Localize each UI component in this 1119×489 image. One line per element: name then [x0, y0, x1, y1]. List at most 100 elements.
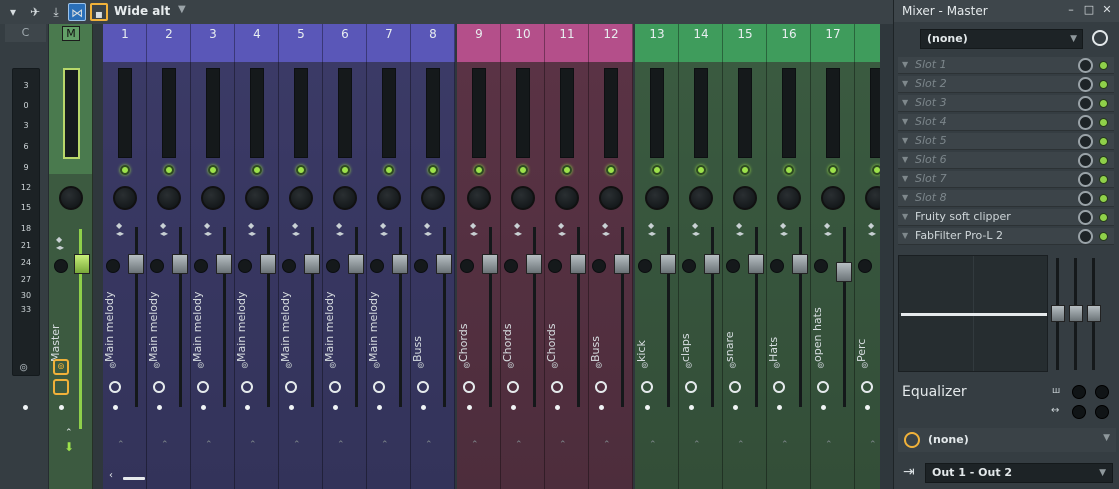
clock-icon[interactable] — [595, 381, 607, 393]
channel-number[interactable]: 5 — [279, 24, 323, 62]
channel-enable-led[interactable] — [740, 165, 750, 175]
route-dot[interactable] — [511, 405, 516, 410]
stereo-knob[interactable] — [194, 259, 208, 273]
swap-icon[interactable]: ◆ ◂▸ — [514, 222, 522, 238]
pan-knob[interactable] — [821, 186, 845, 210]
chevron-up-icon[interactable]: ⌃ — [65, 428, 73, 438]
mic-icon[interactable]: ⊚ — [729, 361, 737, 371]
chevron-down-icon[interactable]: ▼ — [902, 60, 908, 69]
slot-enable-led[interactable] — [1099, 137, 1108, 146]
channel-number[interactable]: 17 — [811, 24, 855, 62]
channel-name[interactable]: Hats — [767, 292, 787, 362]
slot-enable-led[interactable] — [1099, 194, 1108, 203]
send-arrow-icon[interactable]: ⌃ — [117, 440, 125, 450]
mix-knob[interactable] — [1078, 172, 1093, 187]
channel-strip[interactable]: 1 ◆ ◂▸ Main melody ⊚ ⌃ — [103, 24, 147, 489]
chevron-down-icon[interactable]: ▼ — [902, 117, 908, 126]
channel-number[interactable]: 15 — [723, 24, 767, 62]
effect-slot-name[interactable]: Slot 2 — [915, 77, 947, 90]
effect-slot[interactable]: ▼ Slot 3 — [898, 95, 1114, 112]
volume-fader[interactable] — [792, 254, 808, 274]
channel-number[interactable]: 6 — [323, 24, 367, 62]
channel-strip[interactable]: 9 ◆ ◂▸ Chords ⊚ ⌃ — [457, 24, 501, 489]
clock-icon[interactable] — [417, 381, 429, 393]
master-volume-fader[interactable] — [74, 254, 90, 274]
channel-number[interactable] — [855, 24, 880, 62]
clock-icon[interactable] — [729, 381, 741, 393]
effect-slot[interactable]: ▼ Slot 6 — [898, 152, 1114, 169]
channel-enable-led[interactable] — [562, 165, 572, 175]
effect-slot[interactable]: ▼ Slot 7 — [898, 171, 1114, 188]
swap-icon[interactable]: ◆ ◂▸ — [380, 222, 388, 238]
channel-number[interactable]: 3 — [191, 24, 235, 62]
chevron-down-icon[interactable]: ▼ — [902, 231, 908, 240]
volume-fader[interactable] — [614, 254, 630, 274]
channel-enable-led[interactable] — [474, 165, 484, 175]
mix-knob[interactable] — [1078, 58, 1093, 73]
mic-icon[interactable]: ⊚ — [197, 361, 205, 371]
channel-name[interactable]: Main melody — [191, 291, 211, 362]
mix-knob[interactable] — [1078, 115, 1093, 130]
chevron-down-icon[interactable]: ▼ — [902, 155, 908, 164]
channel-number[interactable]: 10 — [501, 24, 545, 62]
swap-icon[interactable]: ◆ ◂▸ — [56, 236, 64, 252]
route-dot[interactable] — [733, 405, 738, 410]
swap-icon[interactable]: ◆ ◂▸ — [824, 222, 832, 238]
clock-icon[interactable] — [197, 381, 209, 393]
stereo-knob[interactable] — [504, 259, 518, 273]
channel-name[interactable]: Chords — [457, 292, 477, 362]
channel-enable-led[interactable] — [784, 165, 794, 175]
pan-knob[interactable] — [865, 186, 880, 210]
master-stereo-knob[interactable] — [54, 259, 68, 273]
chevron-down-icon[interactable]: ▼ — [178, 4, 186, 15]
slot-enable-led[interactable] — [1099, 175, 1108, 184]
clock-icon[interactable] — [109, 381, 121, 393]
send-arrow-icon[interactable]: ⌃ — [693, 440, 701, 450]
master-strip[interactable]: M ◆ ◂▸ Master ⊚ ⌃ ⬇ — [49, 24, 93, 489]
clock-icon[interactable] — [861, 381, 873, 393]
swap-icon[interactable]: ◆ ◂▸ — [470, 222, 478, 238]
send-arrow-icon[interactable]: ⌃ — [825, 440, 833, 450]
pan-knob[interactable] — [555, 186, 579, 210]
pan-knob[interactable] — [467, 186, 491, 210]
mic-icon[interactable]: ⊚ — [329, 361, 337, 371]
stereo-knob[interactable] — [770, 259, 784, 273]
chevron-down-icon[interactable]: ▼ — [902, 136, 908, 145]
mix-knob[interactable] — [1078, 191, 1093, 206]
route-dot[interactable] — [201, 405, 206, 410]
clock-icon[interactable] — [641, 381, 653, 393]
mic-icon[interactable]: ⊚ — [817, 361, 825, 371]
channel-number[interactable]: 11 — [545, 24, 589, 62]
send-arrow-icon[interactable]: ⌃ — [425, 440, 433, 450]
clock-icon[interactable] — [817, 381, 829, 393]
mic-icon[interactable]: ⊚ — [463, 361, 471, 371]
mic-icon[interactable]: ⊚ — [861, 361, 869, 371]
clock-icon[interactable] — [507, 381, 519, 393]
route-dot[interactable] — [645, 405, 650, 410]
stereo-knob[interactable] — [282, 259, 296, 273]
pan-knob[interactable] — [377, 186, 401, 210]
preset-select[interactable]: (none) ▼ — [920, 29, 1083, 49]
effect-slot-name[interactable]: Slot 1 — [915, 58, 947, 71]
swap-icon[interactable]: ◆ ◂▸ — [204, 222, 212, 238]
volume-fader[interactable] — [348, 254, 364, 274]
volume-fader[interactable] — [216, 254, 232, 274]
send-arrow-icon[interactable]: ⌃ — [205, 440, 213, 450]
send-arrow-icon[interactable]: ⌃ — [781, 440, 789, 450]
current-label[interactable]: C — [5, 24, 46, 42]
channel-name[interactable]: Perc — [855, 292, 875, 362]
effect-slot-name[interactable]: Fruity soft clipper — [915, 210, 1011, 223]
route-dot[interactable] — [377, 405, 382, 410]
pan-knob[interactable] — [599, 186, 623, 210]
channel-strip[interactable]: 2 ◆ ◂▸ Main melody ⊚ ⌃ — [147, 24, 191, 489]
channel-number[interactable]: 12 — [589, 24, 633, 62]
swap-icon[interactable]: ◆ ◂▸ — [116, 222, 124, 238]
channel-number[interactable]: 13 — [635, 24, 679, 62]
send-arrow-icon[interactable]: ⌃ — [869, 440, 877, 450]
arrow-down-icon[interactable]: ⬇ — [64, 440, 74, 454]
volume-fader[interactable] — [392, 254, 408, 274]
channel-name[interactable]: Main melody — [367, 291, 387, 362]
pan-knob[interactable] — [511, 186, 535, 210]
route-dot[interactable] — [777, 405, 782, 410]
send-arrow-icon[interactable]: ⌃ — [161, 440, 169, 450]
